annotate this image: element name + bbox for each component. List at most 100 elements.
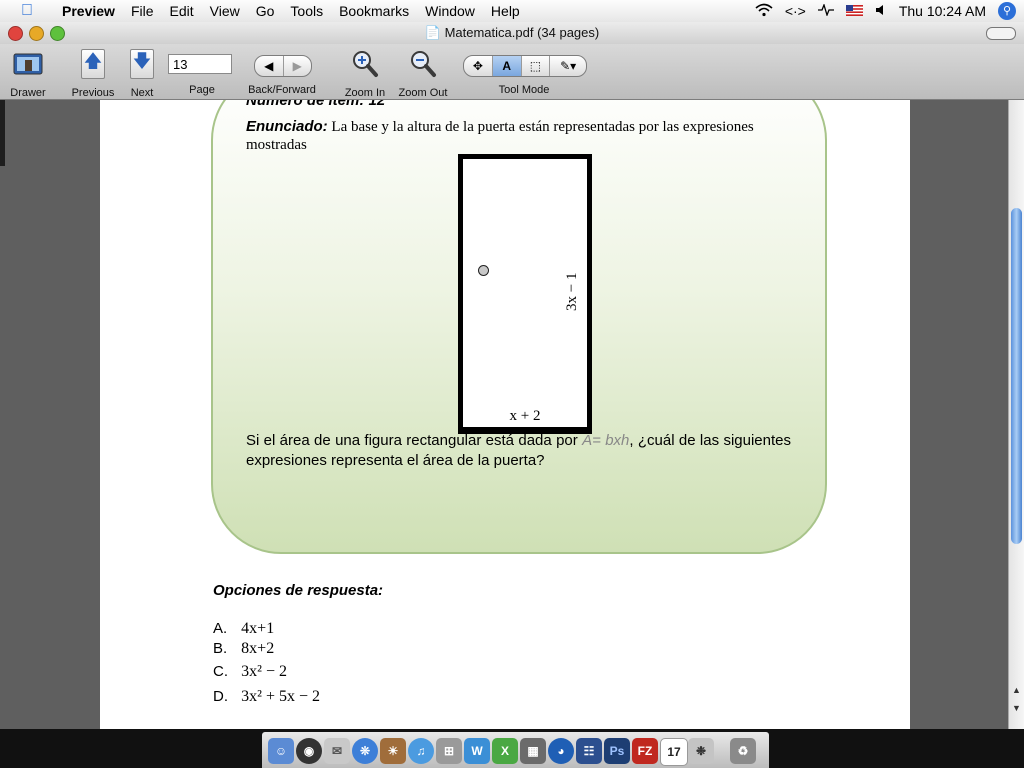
tool-mode-label: Tool Mode <box>498 84 550 96</box>
option-letter: C. <box>213 663 228 680</box>
menu-tools[interactable]: Tools <box>282 3 331 19</box>
menu-file[interactable]: File <box>123 3 162 19</box>
safari-icon[interactable]: ❊ <box>352 738 378 764</box>
volume-icon[interactable] <box>875 3 887 19</box>
option-a: A. 4x+1 <box>213 620 274 638</box>
annotate-tool-icon[interactable]: ✎▾ <box>550 56 586 76</box>
filezilla-icon[interactable]: FZ <box>632 738 658 764</box>
preview-icon[interactable]: ❉ <box>688 738 714 764</box>
option-expression: 3x² + 5x − 2 <box>241 688 321 705</box>
globe-icon[interactable]: ◕ <box>548 738 574 764</box>
back-forward-control[interactable]: ◀ ▶ <box>254 55 312 77</box>
drawer-icon <box>6 48 50 80</box>
drawer-edge <box>0 100 5 166</box>
door-knob <box>478 265 489 276</box>
scrollbar-thumb[interactable] <box>1011 208 1022 544</box>
option-d: D. 3x² + 5x − 2 <box>213 688 320 706</box>
question-text: Si el área de una figura rectangular est… <box>246 431 791 471</box>
zoom-in-icon <box>340 48 390 80</box>
apple-menu-icon[interactable]:  <box>0 2 54 20</box>
ical-icon[interactable]: 17 <box>660 738 688 766</box>
back-arrow-icon[interactable]: ◀ <box>255 56 284 76</box>
scroll-up-arrow-icon[interactable]: ▲ <box>1010 685 1023 699</box>
drawer-label: Drawer <box>10 87 46 99</box>
dock-shelf: ☺ ◉ ✉ ❊ ☀ ♫ ⊞ W X ▦ ◕ ☷ Ps FZ 17 ❉ ♻ <box>262 732 769 768</box>
option-expression: 3x² − 2 <box>241 663 287 680</box>
arrow-down-icon: 🡇 <box>130 49 154 79</box>
select-tool-icon[interactable]: ⬚ <box>522 56 551 76</box>
menu-bookmarks[interactable]: Bookmarks <box>331 3 417 19</box>
us-flag-icon[interactable] <box>845 3 863 19</box>
wifi-icon[interactable] <box>755 3 773 20</box>
spotlight-icon[interactable]: ⚲ <box>998 2 1016 20</box>
next-page-button[interactable]: 🡇 Next <box>124 48 160 99</box>
page-label: Page <box>189 84 215 96</box>
zoom-out-label: Zoom Out <box>398 87 448 99</box>
option-b: B. 8x+2 <box>213 640 274 658</box>
door-height-label: 3x − 1 <box>564 272 580 311</box>
forward-arrow-icon[interactable]: ▶ <box>284 56 312 76</box>
pulse-icon[interactable] <box>817 3 834 19</box>
photoshop-icon[interactable]: Ps <box>604 738 630 764</box>
area-formula: A= bxh <box>582 432 630 449</box>
tool-mode-control[interactable]: ✥ A ⬚ ✎▾ <box>463 55 587 77</box>
sync-icon[interactable]: <·> <box>785 3 806 19</box>
option-letter: A. <box>213 620 228 637</box>
statement-label: Enunciado <box>246 118 323 135</box>
zoom-out-icon <box>395 48 451 80</box>
options-title: Opciones de respuesta: <box>213 582 384 599</box>
toolbar-toggle-button[interactable] <box>986 27 1016 40</box>
item-heading: Número de ítem: 12 <box>246 100 386 109</box>
network-icon[interactable]: ☷ <box>576 738 602 764</box>
menu-window[interactable]: Window <box>417 3 483 19</box>
pdf-document-icon: 📄 <box>424 25 441 40</box>
zoom-out-button[interactable]: Zoom Out <box>395 48 451 99</box>
move-tool-icon[interactable]: ✥ <box>464 56 493 76</box>
next-label: Next <box>130 87 154 99</box>
previous-label: Previous <box>71 87 115 99</box>
arrow-up-icon: 🡅 <box>81 49 105 79</box>
window-title: 📄 Matematica.pdf (34 pages) <box>0 25 1024 41</box>
door-figure: 3x − 1 x + 2 <box>458 154 592 434</box>
calculator-icon[interactable]: ⊞ <box>436 738 462 764</box>
option-c: C. 3x² − 2 <box>213 663 287 681</box>
text-tool-icon[interactable]: A <box>492 56 522 76</box>
itunes-icon[interactable]: ♫ <box>408 738 434 764</box>
question-before: Si el área de una figura rectangular est… <box>246 432 578 449</box>
option-expression: 8x+2 <box>241 640 275 657</box>
window-title-text: Matematica.pdf (34 pages) <box>444 25 600 40</box>
option-expression: 4x+1 <box>241 620 275 637</box>
dashboard-icon[interactable]: ◉ <box>296 738 322 764</box>
menu-bar:  Preview File Edit View Go Tools Bookma… <box>0 0 1024 23</box>
statement-text: Enunciado: La base y la altura de la pue… <box>246 118 754 153</box>
scroll-down-arrow-icon[interactable]: ▼ <box>1010 703 1023 717</box>
zoom-in-label: Zoom In <box>344 87 386 99</box>
menu-go[interactable]: Go <box>248 3 283 19</box>
previous-page-button[interactable]: 🡅 Previous <box>70 48 116 99</box>
menu-edit[interactable]: Edit <box>162 3 202 19</box>
mail-icon[interactable]: ✉ <box>324 738 350 764</box>
word-icon[interactable]: W <box>464 738 490 764</box>
iphoto-icon[interactable]: ☀ <box>380 738 406 764</box>
zoom-in-button[interactable]: Zoom In <box>340 48 390 99</box>
page-number-input[interactable] <box>168 54 232 74</box>
pdf-page[interactable]: Número de ítem: 12 Enunciado: La base y … <box>100 100 910 729</box>
back-forward-label: Back/Forward <box>248 84 316 96</box>
option-letter: D. <box>213 688 228 705</box>
monitor-icon[interactable]: ▦ <box>520 738 546 764</box>
menu-clock[interactable]: Thu 10:24 AM <box>899 3 986 19</box>
option-letter: B. <box>213 640 228 657</box>
menu-view[interactable]: View <box>202 3 248 19</box>
menu-app-preview[interactable]: Preview <box>54 3 123 19</box>
excel-icon[interactable]: X <box>492 738 518 764</box>
drawer-button[interactable]: Drawer <box>6 48 50 99</box>
window-titlebar: 📄 Matematica.pdf (34 pages) <box>0 22 1024 44</box>
menu-help[interactable]: Help <box>483 3 528 19</box>
toolbar: Drawer 🡅 Previous 🡇 Next Page ◀ ▶ Back/F… <box>0 44 1024 100</box>
menu-extras: <·> Thu 10:24 AM ⚲ <box>749 0 1024 22</box>
finder-icon[interactable]: ☺ <box>268 738 294 764</box>
door-base-label: x + 2 <box>509 408 541 424</box>
trash-icon[interactable]: ♻ <box>730 738 756 764</box>
dock: ☺ ◉ ✉ ❊ ☀ ♫ ⊞ W X ▦ ◕ ☷ Ps FZ 17 ❉ ♻ <box>0 729 1024 768</box>
vertical-scrollbar[interactable]: ▲ ▼ <box>1008 100 1024 729</box>
